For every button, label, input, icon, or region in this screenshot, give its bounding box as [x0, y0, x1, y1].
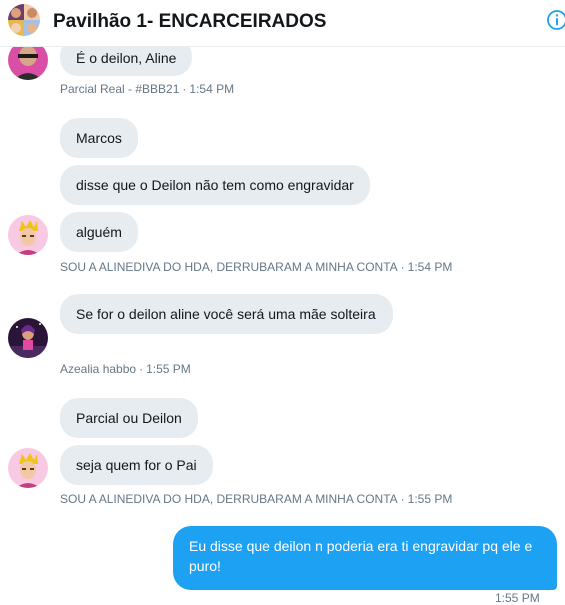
sender-name[interactable]: Azealia habbo — [60, 362, 136, 376]
sender-name[interactable]: Parcial Real - #BBB21 — [60, 82, 179, 96]
meta-separator: · — [182, 82, 187, 96]
message-bubble: alguém — [60, 212, 138, 252]
conversation-header: Pavilhão 1- ENCARCEIRADOS — [0, 0, 565, 47]
message-time: 1:54 PM — [189, 82, 235, 96]
conversation-title: Pavilhão 1- ENCARCEIRADOS — [53, 11, 327, 32]
meta-separator: · — [400, 492, 405, 506]
message-bubble: disse que o Deilon não tem como engravid… — [60, 165, 370, 205]
meta-separator: · — [400, 260, 405, 274]
meta-separator: · — [139, 362, 144, 376]
sender-avatar[interactable] — [8, 448, 48, 488]
sender-avatar[interactable] — [8, 215, 48, 255]
info-icon[interactable] — [545, 8, 565, 32]
message-meta: Azealia habbo · 1:55 PM — [60, 362, 191, 376]
group-avatar[interactable] — [8, 4, 40, 36]
message-time: 1:55 PM — [407, 492, 453, 506]
message-bubble: Se for o deilon aline você será uma mãe … — [60, 294, 393, 334]
outgoing-message-bubble: Eu disse que deilon n poderia era ti eng… — [173, 526, 557, 590]
sender-name[interactable]: SOU A ALINEDIVA DO HDA, DERRUBARAM A MIN… — [60, 260, 398, 274]
sender-name[interactable]: SOU A ALINEDIVA DO HDA, DERRUBARAM A MIN… — [60, 492, 398, 506]
message-bubble: Marcos — [60, 118, 138, 158]
message-bubble: Parcial ou Deilon — [60, 398, 198, 438]
sender-avatar[interactable] — [8, 318, 48, 358]
outgoing-message-time: 1:55 PM — [495, 591, 540, 605]
message-meta: SOU A ALINEDIVA DO HDA, DERRUBARAM A MIN… — [60, 260, 452, 274]
message-meta: SOU A ALINEDIVA DO HDA, DERRUBARAM A MIN… — [60, 492, 452, 506]
message-meta: Parcial Real - #BBB21 · 1:54 PM — [60, 82, 234, 96]
message-time: 1:55 PM — [146, 362, 191, 376]
message-bubble: seja quem for o Pai — [60, 445, 213, 485]
message-time: 1:54 PM — [407, 260, 453, 274]
